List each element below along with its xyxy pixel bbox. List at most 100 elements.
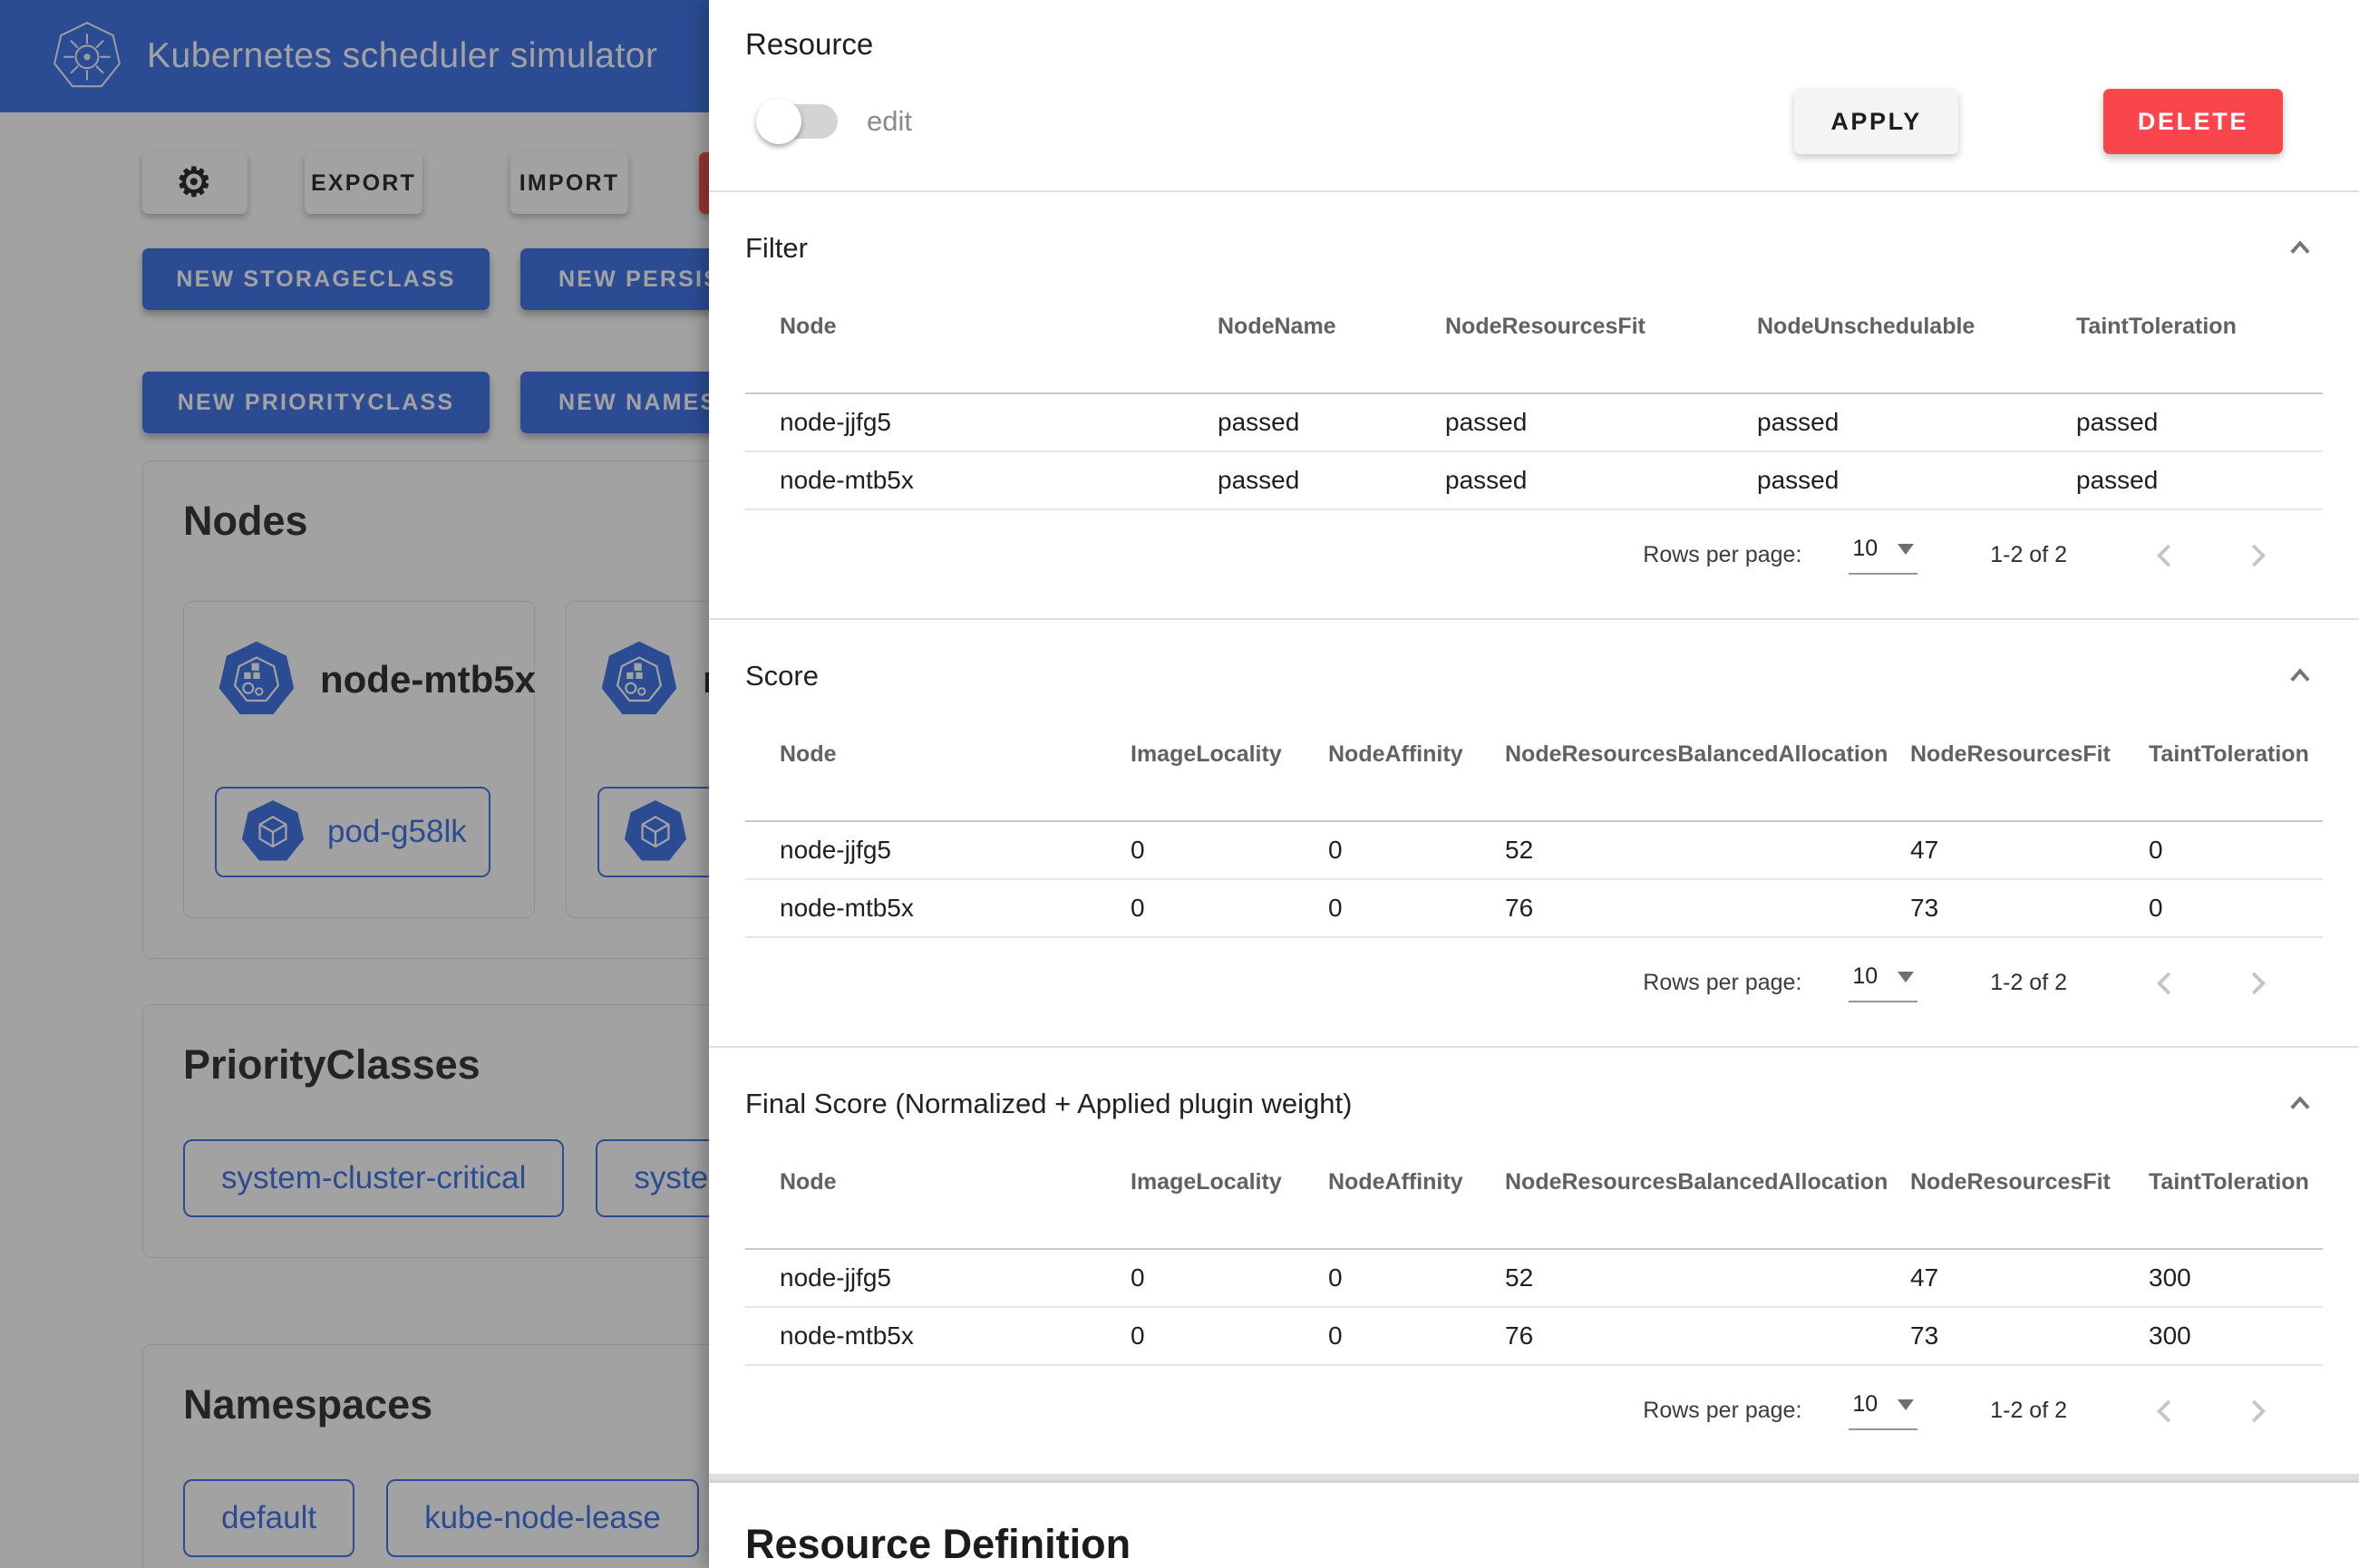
column-header: Node bbox=[745, 1157, 1131, 1249]
chevron-up-icon bbox=[2286, 234, 2315, 263]
cell: 52 bbox=[1505, 1249, 1910, 1307]
drawer-body: Filter Node NodeName NodeResourcesFit No… bbox=[709, 192, 2359, 1474]
cell-node: node-jjfg5 bbox=[745, 393, 1218, 451]
next-page-button[interactable] bbox=[2239, 537, 2276, 574]
column-header: NodeAffinity bbox=[1328, 729, 1505, 821]
cell-node: node-mtb5x bbox=[745, 879, 1131, 937]
column-header: Node bbox=[745, 301, 1218, 393]
score-pagination: Rows per page: 10 1-2 of 2 bbox=[709, 938, 2359, 1046]
edit-toggle[interactable] bbox=[760, 104, 838, 139]
next-page-button[interactable] bbox=[2239, 965, 2276, 1002]
chevron-right-icon bbox=[2240, 966, 2275, 1001]
next-page-button[interactable] bbox=[2239, 1393, 2276, 1429]
cell: passed bbox=[2076, 451, 2323, 509]
rows-per-page-select[interactable]: 10 bbox=[1849, 536, 1917, 575]
rows-per-page-select[interactable]: 10 bbox=[1849, 963, 1917, 1002]
filter-collapse-button[interactable] bbox=[2285, 233, 2315, 264]
cell-node: node-mtb5x bbox=[745, 1307, 1131, 1365]
table-row: node-jjfg5 passed passed passed passed bbox=[745, 393, 2323, 451]
score-table-header-row: Node ImageLocality NodeAffinity NodeReso… bbox=[745, 729, 2323, 821]
cell: 0 bbox=[1131, 821, 1328, 879]
column-header: NodeResourcesFit bbox=[1910, 729, 2149, 821]
cell: 0 bbox=[2149, 879, 2323, 937]
drawer-controls: edit APPLY DELETE bbox=[709, 62, 2359, 190]
delete-button[interactable]: DELETE bbox=[2103, 89, 2283, 154]
score-heading: Score bbox=[745, 660, 2285, 692]
rows-per-page-select[interactable]: 10 bbox=[1849, 1391, 1917, 1430]
cell: passed bbox=[1757, 393, 2076, 451]
chevron-right-icon bbox=[2240, 1394, 2275, 1428]
cell: 0 bbox=[1328, 821, 1505, 879]
cell: passed bbox=[1445, 393, 1757, 451]
dropdown-caret-icon bbox=[1898, 1399, 1914, 1410]
rows-per-page-label: Rows per page: bbox=[1643, 542, 1801, 568]
cell: 300 bbox=[2149, 1307, 2323, 1365]
column-header: TaintToleration bbox=[2076, 301, 2323, 393]
pagination-range: 1-2 of 2 bbox=[1990, 542, 2067, 568]
drawer-header: Resource edit APPLY DELETE bbox=[709, 0, 2359, 192]
column-header: Node bbox=[745, 729, 1131, 821]
previous-page-button[interactable] bbox=[2147, 537, 2183, 574]
table-row: node-mtb5x 0 0 76 73 0 bbox=[745, 879, 2323, 937]
column-header: ImageLocality bbox=[1131, 729, 1328, 821]
cell: 52 bbox=[1505, 821, 1910, 879]
previous-page-button[interactable] bbox=[2147, 965, 2183, 1002]
cell: 47 bbox=[1910, 1249, 2149, 1307]
drawer-title: Resource bbox=[709, 27, 2359, 62]
filter-table: Node NodeName NodeResourcesFit NodeUnsch… bbox=[745, 301, 2323, 510]
final-score-heading: Final Score (Normalized + Applied plugin… bbox=[745, 1088, 2285, 1120]
cell-node: node-jjfg5 bbox=[745, 1249, 1131, 1307]
kubernetes-scheduler-simulator-app: Kubernetes scheduler simulator ⚙ EXPORT … bbox=[0, 0, 2359, 1568]
column-header: NodeResourcesBalancedAllocation bbox=[1505, 729, 1910, 821]
score-collapse-button[interactable] bbox=[2285, 661, 2315, 692]
resource-drawer: Resource edit APPLY DELETE Filter bbox=[709, 0, 2359, 1568]
final-score-pagination: Rows per page: 10 1-2 of 2 bbox=[709, 1366, 2359, 1474]
table-row: node-mtb5x passed passed passed passed bbox=[745, 451, 2323, 509]
pagination-range: 1-2 of 2 bbox=[1990, 970, 2067, 996]
cell-node: node-jjfg5 bbox=[745, 821, 1131, 879]
cell: 76 bbox=[1505, 1307, 1910, 1365]
filter-section: Filter Node NodeName NodeResourcesFit No… bbox=[709, 192, 2359, 618]
cell: 73 bbox=[1910, 1307, 2149, 1365]
column-header: NodeResourcesFit bbox=[1445, 301, 1757, 393]
column-header: NodeResourcesFit bbox=[1910, 1157, 2149, 1249]
cell: 73 bbox=[1910, 879, 2149, 937]
cell: passed bbox=[2076, 393, 2323, 451]
cell: 47 bbox=[1910, 821, 2149, 879]
cell: 0 bbox=[1328, 1307, 1505, 1365]
chevron-left-icon bbox=[2148, 1394, 2182, 1428]
card-gap bbox=[709, 1474, 2359, 1483]
chevron-left-icon bbox=[2148, 538, 2182, 573]
rows-per-page-label: Rows per page: bbox=[1643, 970, 1801, 996]
apply-button[interactable]: APPLY bbox=[1794, 89, 1958, 154]
filter-table-header-row: Node NodeName NodeResourcesFit NodeUnsch… bbox=[745, 301, 2323, 393]
final-score-table: Node ImageLocality NodeAffinity NodeReso… bbox=[745, 1157, 2323, 1366]
column-header: ImageLocality bbox=[1131, 1157, 1328, 1249]
cell: 0 bbox=[1328, 1249, 1505, 1307]
score-section: Score Node ImageLocality NodeAffinity No… bbox=[709, 620, 2359, 1046]
column-header: NodeAffinity bbox=[1328, 1157, 1505, 1249]
cell: 0 bbox=[1131, 1307, 1328, 1365]
final-score-collapse-button[interactable] bbox=[2285, 1089, 2315, 1119]
cell: 0 bbox=[1131, 1249, 1328, 1307]
table-row: node-mtb5x 0 0 76 73 300 bbox=[745, 1307, 2323, 1365]
pagination-range: 1-2 of 2 bbox=[1990, 1398, 2067, 1424]
cell: 76 bbox=[1505, 879, 1910, 937]
resource-definition-section: Resource Definition bbox=[709, 1483, 2359, 1568]
cell: passed bbox=[1218, 451, 1445, 509]
cell: passed bbox=[1445, 451, 1757, 509]
dropdown-caret-icon bbox=[1898, 544, 1914, 555]
cell: 300 bbox=[2149, 1249, 2323, 1307]
cell: 0 bbox=[1131, 879, 1328, 937]
cell: passed bbox=[1218, 393, 1445, 451]
chevron-up-icon bbox=[2286, 1089, 2315, 1118]
column-header: NodeName bbox=[1218, 301, 1445, 393]
cell: 0 bbox=[1328, 879, 1505, 937]
chevron-left-icon bbox=[2148, 966, 2182, 1001]
chevron-right-icon bbox=[2240, 538, 2275, 573]
previous-page-button[interactable] bbox=[2147, 1393, 2183, 1429]
final-score-section: Final Score (Normalized + Applied plugin… bbox=[709, 1048, 2359, 1474]
column-header: TaintToleration bbox=[2149, 729, 2323, 821]
edit-toggle-knob bbox=[756, 99, 801, 144]
final-score-table-header-row: Node ImageLocality NodeAffinity NodeReso… bbox=[745, 1157, 2323, 1249]
